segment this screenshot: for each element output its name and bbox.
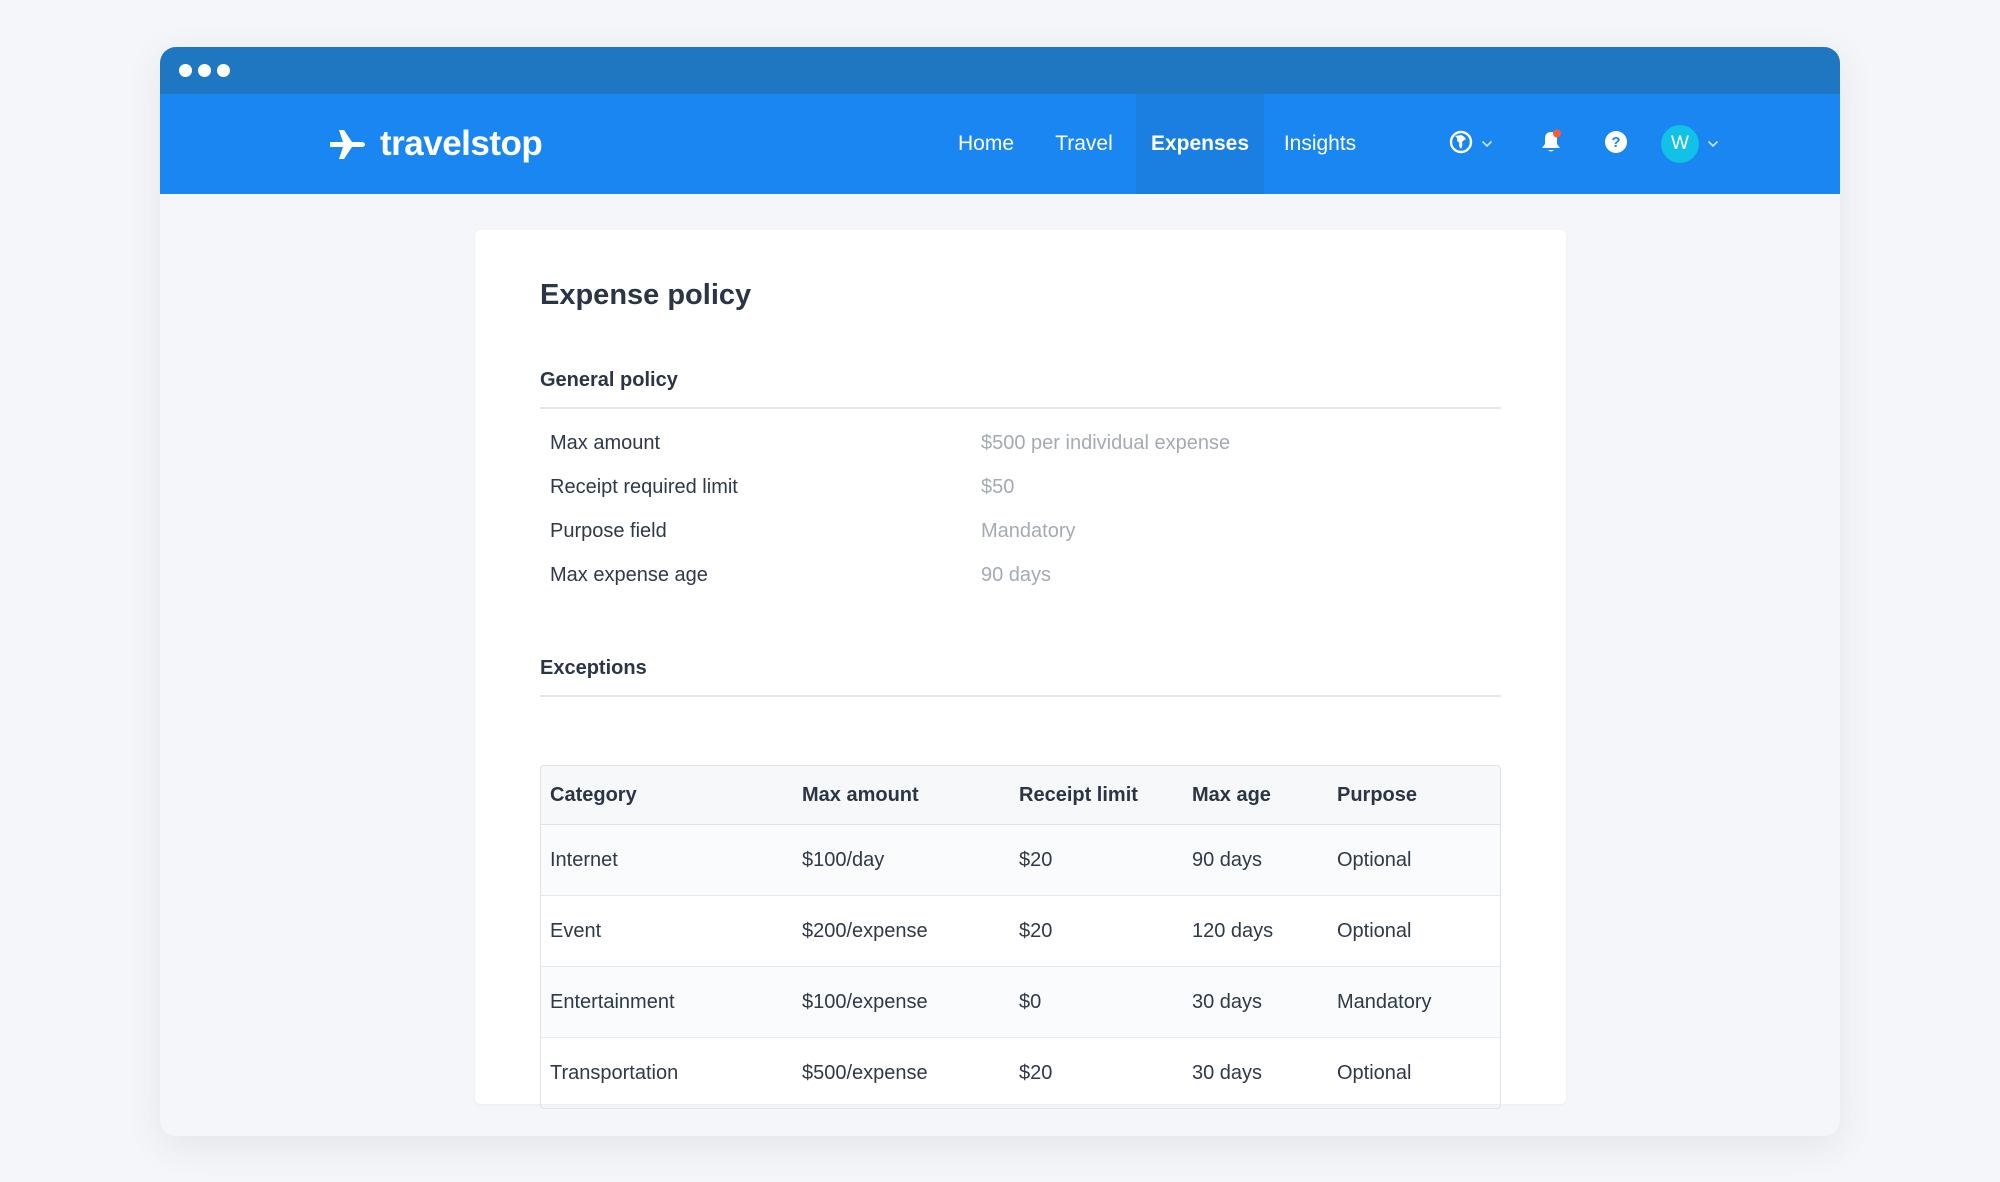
globe-icon bbox=[1449, 130, 1473, 159]
table-cell: $20 bbox=[1019, 848, 1053, 871]
policy-label: Purpose field bbox=[550, 520, 667, 542]
nav-insights[interactable]: Insights bbox=[1266, 94, 1374, 194]
policy-value: Mandatory bbox=[981, 520, 1076, 542]
help-button[interactable]: ? bbox=[1604, 130, 1628, 158]
column-header: Category bbox=[550, 783, 637, 806]
table-cell: 90 days bbox=[1192, 848, 1263, 871]
exceptions-table: Category Max amount Receipt limit Max ag… bbox=[540, 765, 1501, 1109]
table-cell: $0 bbox=[1019, 990, 1042, 1013]
expense-policy-card: Expense policy General policy Max amount… bbox=[475, 230, 1566, 1109]
column-header: Purpose bbox=[1337, 783, 1418, 806]
table-cell: 120 days bbox=[1192, 919, 1274, 942]
policy-label: Max amount bbox=[550, 432, 661, 454]
table-cell: $20 bbox=[1019, 1062, 1053, 1084]
table-row: Entertainment $100/expense $0 30 days Ma… bbox=[541, 967, 1500, 1038]
window-dot-icon bbox=[217, 64, 230, 77]
table-cell: Entertainment bbox=[550, 990, 675, 1013]
table-cell: $100/day bbox=[802, 848, 885, 871]
help-icon: ? bbox=[1604, 130, 1628, 159]
exceptions-heading: Exceptions bbox=[540, 657, 647, 679]
user-menu[interactable]: W bbox=[1661, 125, 1719, 163]
table-cell: $20 bbox=[1019, 919, 1053, 942]
table-row: Transportation $500/expense $20 30 days … bbox=[541, 1038, 1500, 1108]
table-cell: $500/expense bbox=[802, 1062, 928, 1084]
nav-expenses[interactable]: Expenses bbox=[1136, 94, 1264, 194]
table-cell: Optional bbox=[1337, 1062, 1412, 1084]
table-cell: $100/expense bbox=[802, 990, 928, 1013]
table-body: Internet $100/day $20 90 days Optional E… bbox=[541, 825, 1500, 1108]
table-cell: Optional bbox=[1337, 848, 1412, 871]
policy-row-max-amount: Max amount $500 per individual expense bbox=[550, 432, 1490, 462]
nav-travel[interactable]: Travel bbox=[1036, 94, 1132, 194]
svg-text:?: ? bbox=[1611, 134, 1620, 151]
table-row: Event $200/expense $20 120 days Optional bbox=[541, 896, 1500, 967]
top-navbar: travelstop Home Travel Expenses Insights bbox=[160, 94, 1840, 194]
bell-icon bbox=[1539, 129, 1563, 160]
avatar: W bbox=[1661, 125, 1699, 163]
column-header: Max amount bbox=[802, 783, 919, 806]
policy-value: $500 per individual expense bbox=[981, 432, 1231, 454]
notifications-button[interactable] bbox=[1539, 129, 1563, 160]
table-cell: $200/expense bbox=[802, 919, 928, 942]
table-cell: 30 days bbox=[1192, 990, 1263, 1013]
table-cell: Mandatory bbox=[1337, 990, 1432, 1013]
page-title: Expense policy bbox=[540, 279, 752, 311]
chevron-down-icon bbox=[1707, 140, 1719, 148]
policy-row-purpose-field: Purpose field Mandatory bbox=[550, 520, 1490, 550]
divider bbox=[540, 407, 1501, 409]
table-header: Category Max amount Receipt limit Max ag… bbox=[541, 766, 1500, 825]
policy-row-max-age: Max expense age 90 days bbox=[550, 564, 1490, 594]
window-titlebar bbox=[160, 47, 1840, 94]
window-dot-icon bbox=[198, 64, 211, 77]
table-cell: Optional bbox=[1337, 919, 1412, 942]
policy-row-receipt-limit: Receipt required limit $50 bbox=[550, 476, 1490, 506]
table-cell: Internet bbox=[550, 848, 618, 871]
policy-value: 90 days bbox=[981, 564, 1052, 586]
chevron-down-icon bbox=[1481, 140, 1493, 148]
language-menu[interactable] bbox=[1449, 130, 1493, 158]
main-nav: Home Travel Expenses Insights ? W bbox=[160, 94, 1840, 194]
policy-label: Max expense age bbox=[550, 564, 708, 586]
table-row: Internet $100/day $20 90 days Optional bbox=[541, 825, 1500, 896]
column-header: Receipt limit bbox=[1019, 783, 1138, 806]
policy-value: $50 bbox=[981, 476, 1015, 498]
window-dot-icon bbox=[179, 64, 192, 77]
divider bbox=[540, 695, 1501, 697]
policy-label: Receipt required limit bbox=[550, 476, 738, 498]
table-cell: 30 days bbox=[1192, 1062, 1263, 1084]
general-policy-heading: General policy bbox=[540, 369, 678, 391]
browser-window: travelstop Home Travel Expenses Insights bbox=[160, 47, 1840, 1136]
nav-home[interactable]: Home bbox=[938, 94, 1034, 194]
table-cell: Event bbox=[550, 919, 602, 942]
column-header: Max age bbox=[1192, 783, 1271, 806]
table-cell: Transportation bbox=[550, 1062, 679, 1084]
